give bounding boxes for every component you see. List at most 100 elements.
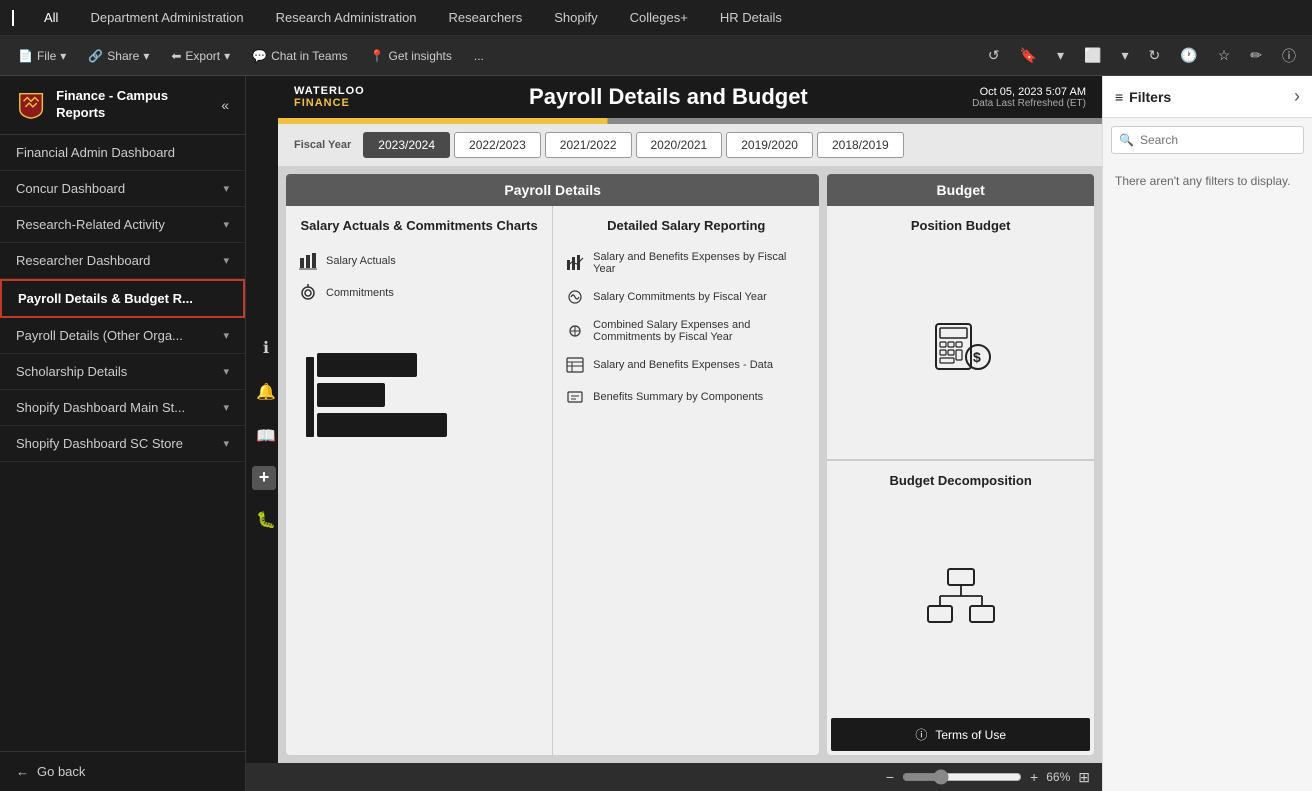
edit-button[interactable]: ✏ <box>1244 43 1268 68</box>
more-button[interactable]: ... <box>466 45 492 67</box>
share-button[interactable]: 🔗 Share ▾ <box>80 45 157 67</box>
budget-panel-header: Budget <box>827 174 1094 206</box>
salary-data-item[interactable]: Salary and Benefits Expenses - Data <box>565 349 807 381</box>
book-side-button[interactable]: 📖 <box>252 422 280 450</box>
fy-2019-2020[interactable]: 2019/2020 <box>726 132 813 158</box>
sidebar-item-shopify-sc[interactable]: Shopify Dashboard SC Store ▾ <box>0 426 245 462</box>
window-chevron[interactable]: ▾ <box>1116 43 1135 68</box>
bell-side-button[interactable]: 🔔 <box>252 378 280 406</box>
info-side-button[interactable]: ℹ <box>252 334 280 362</box>
bookmark-button[interactable]: 🔖 <box>1014 43 1043 68</box>
budget-decomp-icon <box>926 564 996 634</box>
budget-panel: Budget Position Budget <box>827 174 1094 755</box>
share-icon: 🔗 <box>88 49 103 63</box>
go-back-button[interactable]: ← Go back <box>0 751 245 791</box>
fiscal-year-selector: Fiscal Year 2023/2024 2022/2023 2021/202… <box>278 124 1102 166</box>
zoom-bar: − + 66% ⊞ <box>246 763 1102 791</box>
fy-2020-2021[interactable]: 2020/2021 <box>636 132 723 158</box>
window-button[interactable]: ⬜ <box>1078 43 1107 68</box>
terms-icon: ⓘ <box>915 726 927 743</box>
sidebar-item-payroll-budget[interactable]: Payroll Details & Budget R... <box>0 279 245 318</box>
chevron-down-icon: ▾ <box>223 218 229 231</box>
bookmark-chevron[interactable]: ▾ <box>1051 43 1070 68</box>
fy-2023-2024[interactable]: 2023/2024 <box>363 132 450 158</box>
export-button[interactable]: ⬅ Export ▾ <box>163 45 238 67</box>
zoom-in-button[interactable]: + <box>1030 769 1038 785</box>
nav-hr-details[interactable]: HR Details <box>714 6 788 29</box>
budget-decomp-icon-area[interactable] <box>926 496 996 702</box>
terms-of-use-button[interactable]: ⓘ Terms of Use <box>831 718 1090 751</box>
report-canvas: WATERLOO FINANCE Payroll Details and Bud… <box>278 76 1102 763</box>
salary-commit-fy-icon <box>565 287 585 307</box>
sidebar-collapse-button[interactable]: « <box>221 97 229 113</box>
fy-2021-2022[interactable]: 2021/2022 <box>545 132 632 158</box>
nav-researchers[interactable]: Researchers <box>443 6 529 29</box>
fy-2022-2023[interactable]: 2022/2023 <box>454 132 541 158</box>
position-budget-section: Position Budget <box>827 206 1094 460</box>
nav-research-admin[interactable]: Research Administration <box>270 6 423 29</box>
zoom-out-button[interactable]: − <box>886 769 894 785</box>
sidebar-item-payroll-other[interactable]: Payroll Details (Other Orga... ▾ <box>0 318 245 354</box>
search-icon: 🔍 <box>1119 133 1134 147</box>
filters-expand-button[interactable]: › <box>1294 86 1300 107</box>
zoom-slider[interactable] <box>902 769 1022 785</box>
report-date: Oct 05, 2023 5:07 AM Data Last Refreshed… <box>972 86 1086 109</box>
salary-chart-area <box>298 325 540 445</box>
fiscal-year-label: Fiscal Year <box>294 139 351 151</box>
salary-actuals-item[interactable]: Salary Actuals <box>298 245 540 277</box>
insights-button[interactable]: 📍 Get insights <box>362 45 460 67</box>
chat-button[interactable]: 💬 Chat in Teams <box>244 45 355 67</box>
benefits-summary-item[interactable]: Benefits Summary by Components <box>565 381 807 413</box>
budget-decomp-section: Budget Decomposition <box>827 460 1094 714</box>
back-arrow-icon: ← <box>16 764 29 779</box>
file-chevron: ▾ <box>60 49 66 63</box>
filters-header: ≡ Filters › <box>1103 76 1312 118</box>
report-body: Payroll Details Salary Actuals & Commitm… <box>278 166 1102 763</box>
undo-button[interactable]: ↺ <box>982 43 1006 68</box>
nav-all[interactable]: All <box>38 6 64 29</box>
chevron-down-icon: ▾ <box>223 254 229 267</box>
sidebar: Finance - Campus Reports « Financial Adm… <box>0 76 246 791</box>
file-button[interactable]: 📄 File ▾ <box>10 45 74 67</box>
commitments-icon <box>298 283 318 303</box>
position-budget-icon-area[interactable]: $ <box>926 241 996 447</box>
filters-title: ≡ Filters <box>1115 89 1171 105</box>
bug-side-button[interactable]: 🐛 <box>252 506 280 534</box>
zoom-level: 66% <box>1046 770 1070 784</box>
file-icon: 📄 <box>18 49 33 63</box>
star-button[interactable]: ☆ <box>1212 43 1237 68</box>
fy-2018-2019[interactable]: 2018/2019 <box>817 132 904 158</box>
chevron-down-icon: ▾ <box>223 329 229 342</box>
sidebar-item-scholarship[interactable]: Scholarship Details ▾ <box>0 354 245 390</box>
refresh-button[interactable]: ↻ <box>1143 43 1167 68</box>
combined-salary-item[interactable]: Combined Salary Expenses and Commitments… <box>565 313 807 349</box>
add-side-button[interactable]: + <box>252 466 276 490</box>
sidebar-item-financial-admin[interactable]: Financial Admin Dashboard <box>0 135 245 171</box>
filter-icon: ≡ <box>1115 89 1123 105</box>
filters-empty-message: There aren't any filters to display. <box>1103 162 1312 200</box>
sidebar-item-research-activity[interactable]: Research-Related Activity ▾ <box>0 207 245 243</box>
sidebar-item-researcher-dashboard[interactable]: Researcher Dashboard ▾ <box>0 243 245 279</box>
filters-panel: ≡ Filters › 🔍 There aren't any filters t… <box>1102 76 1312 791</box>
sidebar-item-concur[interactable]: Concur Dashboard ▾ <box>0 171 245 207</box>
benefits-summary-icon <box>565 387 585 407</box>
nav-dept-admin[interactable]: Department Administration <box>84 6 249 29</box>
salary-benefits-fy-item[interactable]: Salary and Benefits Expenses by Fiscal Y… <box>565 245 807 281</box>
clock-button[interactable]: 🕐 <box>1174 43 1203 68</box>
commitments-item[interactable]: Commitments <box>298 277 540 309</box>
terms-label: Terms of Use <box>935 728 1006 742</box>
combined-salary-icon <box>565 321 585 341</box>
nav-shopify[interactable]: Shopify <box>548 6 603 29</box>
sidebar-item-shopify-main[interactable]: Shopify Dashboard Main St... ▾ <box>0 390 245 426</box>
salary-actuals-title: Salary Actuals & Commitments Charts <box>298 218 540 233</box>
filters-search-input[interactable] <box>1111 126 1304 154</box>
info-button[interactable]: ⓘ <box>1276 42 1302 70</box>
sidebar-header: Finance - Campus Reports « <box>0 76 245 135</box>
chevron-down-icon: ▾ <box>223 437 229 450</box>
report-header: WATERLOO FINANCE Payroll Details and Bud… <box>278 76 1102 118</box>
fit-page-button[interactable]: ⊞ <box>1078 769 1090 786</box>
detailed-salary-title: Detailed Salary Reporting <box>565 218 807 233</box>
nav-colleges[interactable]: Colleges+ <box>624 6 694 29</box>
salary-commit-fy-item[interactable]: Salary Commitments by Fiscal Year <box>565 281 807 313</box>
payroll-panel-header: Payroll Details <box>286 174 819 206</box>
